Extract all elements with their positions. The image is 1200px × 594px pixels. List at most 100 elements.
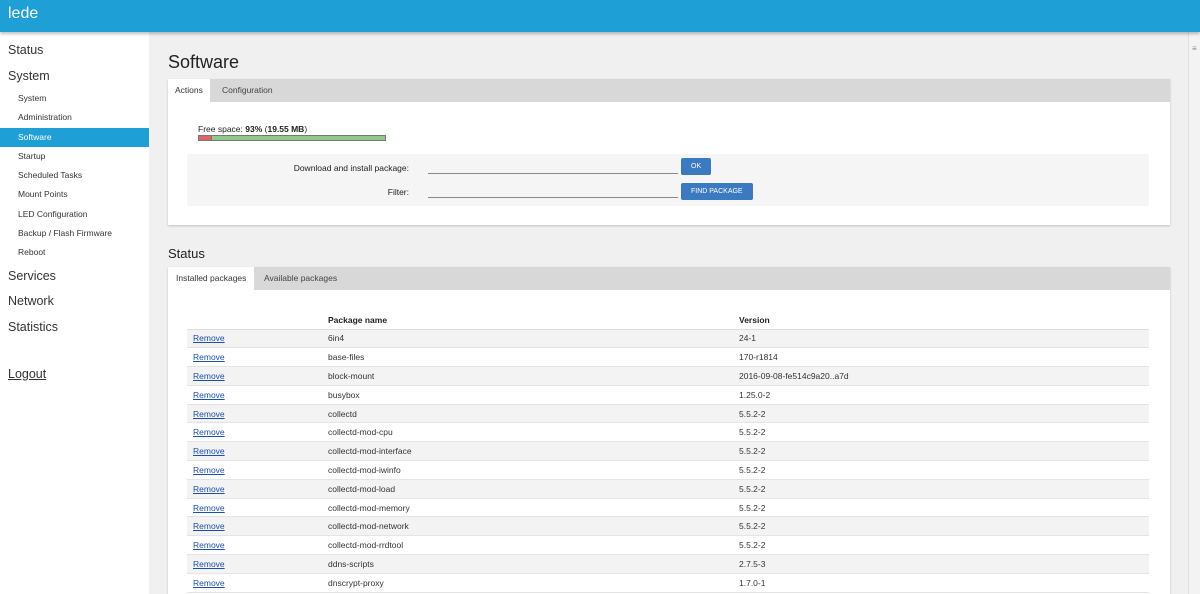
cell-action: Remove [187,479,322,499]
download-label: Download and install package: [293,163,409,173]
scroll-grip-icon[interactable]: ≡ [1192,44,1197,53]
nav-item-scheduled-tasks[interactable]: Scheduled Tasks [0,166,149,185]
cell-package-name: block-mount [322,366,733,386]
table-row: Remove collectd-mod-cpu 5.5.2-2 [187,422,1149,443]
cell-action: Remove [187,347,322,368]
nav-item-backup-flash[interactable]: Backup / Flash Firmware [0,224,149,243]
table-row: Remove collectd-mod-load 5.5.2-2 [187,479,1149,499]
free-space-label: Free space: 93% (19.55 MB) [198,124,308,134]
status-panel: Installed packages Available packages Pa… [168,267,1170,594]
cell-version: 5.5.2-2 [733,479,1149,499]
cell-action: Remove [187,460,322,480]
remove-link[interactable]: Remove [193,371,225,381]
cell-version: 5.5.2-2 [733,460,1149,480]
cell-version: 2.7.5-3 [733,554,1149,574]
cell-action: Remove [187,329,322,349]
tab-actions[interactable]: Actions [168,79,210,102]
remove-link[interactable]: Remove [193,503,225,513]
nav-statistics[interactable]: Statistics [8,320,58,334]
status-section-title: Status [168,246,205,261]
nav-item-led-configuration[interactable]: LED Configuration [0,205,149,224]
cell-package-name: ddns-scripts [322,554,733,574]
logout-link[interactable]: Logout [8,367,46,381]
find-package-button[interactable]: FIND PACKAGE [681,183,753,200]
remove-link[interactable]: Remove [193,559,225,569]
table-row: Remove collectd 5.5.2-2 [187,404,1149,424]
cell-version: 2016-09-08-fe514c9a20..a7d [733,366,1149,386]
cell-action: Remove [187,366,322,386]
nav-status[interactable]: Status [8,43,43,57]
remove-link[interactable]: Remove [193,521,225,531]
remove-link[interactable]: Remove [193,465,225,475]
cell-action: Remove [187,498,322,518]
filter-label: Filter: [387,187,409,197]
cell-version: 1.7.0-1 [733,573,1149,593]
cell-action: Remove [187,573,322,593]
filter-input[interactable] [428,184,678,198]
nav-item-system[interactable]: System [0,89,149,108]
ok-button[interactable]: OK [681,158,712,175]
table-row: Remove collectd-mod-iwinfo 5.5.2-2 [187,460,1149,480]
table-row: Remove base-files 170-r1814 [187,347,1149,368]
remove-link[interactable]: Remove [193,390,225,400]
nav-system[interactable]: System [8,69,50,83]
status-tab-bar: Installed packages Available packages [168,267,1170,290]
cell-action: Remove [187,385,322,405]
cell-version: 5.5.2-2 [733,441,1149,462]
remove-link[interactable]: Remove [193,352,225,362]
cell-package-name: collectd-mod-cpu [322,422,733,443]
table-row: Remove ddns-scripts 2.7.5-3 [187,554,1149,574]
nav-network[interactable]: Network [8,294,54,308]
table-row: Remove busybox 1.25.0-2 [187,385,1149,405]
remove-link[interactable]: Remove [193,409,225,419]
table-row: Remove block-mount 2016-09-08-fe514c9a20..… [187,366,1149,386]
table-row: Remove collectd-mod-network 5.5.2-2 [187,516,1149,537]
remove-link[interactable]: Remove [193,333,225,343]
table-row: Remove dnscrypt-proxy 1.7.0-1 [187,573,1149,593]
nav-item-reboot[interactable]: Reboot [0,243,149,262]
actions-panel: Actions Configuration Free space: 93% (1… [168,79,1170,225]
cell-version: 1.25.0-2 [733,385,1149,405]
remove-link[interactable]: Remove [193,427,225,437]
nav-item-startup[interactable]: Startup [0,147,149,166]
column-header-action [187,311,322,330]
installed-packages-table: Package name Version Remove 6in4 24-1 Remov… [187,311,1149,593]
tab-configuration[interactable]: Configuration [215,79,280,102]
nav-item-administration[interactable]: Administration [0,108,149,127]
remove-link[interactable]: Remove [193,446,225,456]
brand-title[interactable]: lede [8,5,38,23]
nav-item-mount-points[interactable]: Mount Points [0,185,149,204]
cell-package-name: collectd-mod-rrdtool [322,535,733,556]
cell-action: Remove [187,404,322,424]
cell-package-name: base-files [322,347,733,368]
remove-link[interactable]: Remove [193,540,225,550]
cell-package-name: busybox [322,385,733,405]
cell-action: Remove [187,535,322,556]
actions-tab-bar: Actions Configuration [168,79,1170,102]
cell-package-name: collectd-mod-network [322,516,733,537]
remove-link[interactable]: Remove [193,484,225,494]
nav-item-software[interactable]: Software [0,128,149,147]
cell-package-name: collectd-mod-load [322,479,733,499]
column-header-package-name: Package name [322,311,733,330]
remove-link[interactable]: Remove [193,578,225,588]
page-title: Software [168,52,240,72]
cell-package-name: 6in4 [322,329,733,349]
free-space-size: 19.55 MB [267,124,305,134]
page-scrollbar[interactable]: ≡ [1188,32,1200,594]
cell-version: 24-1 [733,329,1149,349]
cell-version: 5.5.2-2 [733,422,1149,443]
cell-version: 5.5.2-2 [733,516,1149,537]
table-row: Remove collectd-mod-interface 5.5.2-2 [187,441,1149,462]
tab-installed-packages[interactable]: Installed packages [168,267,255,290]
tab-available-packages[interactable]: Available packages [257,267,344,290]
cell-package-name: collectd-mod-iwinfo [322,460,733,480]
download-package-input[interactable] [428,160,678,174]
top-bar: lede [0,0,1200,32]
nav-services[interactable]: Services [8,269,56,283]
cell-action: Remove [187,422,322,443]
cell-package-name: collectd-mod-interface [322,441,733,462]
cell-version: 5.5.2-2 [733,498,1149,518]
main-content: Software Actions Configuration Free spac… [149,32,1188,594]
free-space-bar [198,135,386,141]
